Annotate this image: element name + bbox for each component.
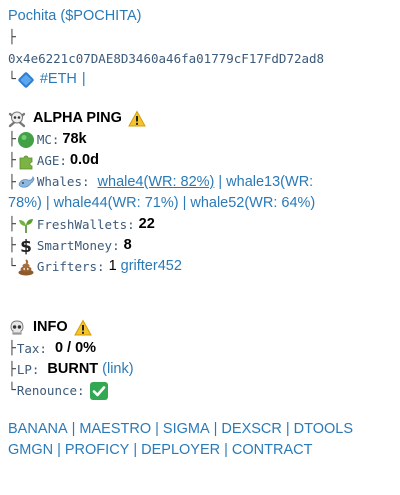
tree-branch: ├ [8, 362, 16, 377]
proficy-link[interactable]: PROFICY [65, 440, 129, 461]
renounce-row: └ Renounce: [8, 380, 392, 401]
lp-row: ├ LP: BURNT (link) [8, 359, 392, 380]
poop-icon [17, 258, 35, 276]
separator: | [224, 442, 228, 458]
lp-link[interactable]: (link) [102, 359, 133, 380]
warning-icon [73, 318, 92, 337]
gmgn-link[interactable]: GMGN [8, 440, 53, 461]
separator: | [45, 195, 50, 211]
smart-money-value: 8 [123, 237, 132, 253]
contract-link[interactable]: CONTRACT [232, 440, 313, 461]
dtools-link[interactable]: DTOOLS [294, 419, 353, 440]
tree-branch: ├ [8, 341, 16, 356]
skull-icon [8, 319, 26, 337]
bot-message: Pochita ($POCHITA) ├ 0x4e6221c07DAE8D346… [0, 0, 400, 461]
alpha-ping-header: ALPHA PING [8, 108, 392, 129]
deployer-link[interactable]: DEPLOYER [141, 440, 220, 461]
tax-value: 0 / 0% [54, 340, 97, 356]
age-value: 0.0d [69, 152, 99, 168]
token-name-link[interactable]: Pochita ($POCHITA) [8, 6, 142, 27]
tax-label: Tax: [16, 341, 47, 356]
tree-branch: ├ [8, 238, 16, 253]
separator: | [71, 421, 76, 437]
maestro-link[interactable]: MAESTRO [79, 419, 151, 440]
separator: | [182, 195, 187, 211]
whale-icon [17, 173, 35, 191]
renounce-label: Renounce: [16, 383, 85, 398]
mc-value: 78k [62, 131, 87, 147]
green-circle-icon [17, 131, 35, 149]
age-label: AGE: [36, 153, 67, 168]
grifters-count: 1 [108, 258, 117, 274]
age-row: ├ AGE: 0.0d [8, 150, 392, 171]
chain-tag-link[interactable]: #ETH [40, 69, 77, 90]
whale-link-1[interactable]: whale4(WR: 82%) [98, 174, 215, 190]
whale-link-3[interactable]: whale44(WR: 71%) [54, 195, 179, 211]
warning-icon [128, 109, 146, 128]
tree-branch: ├ [8, 175, 16, 190]
chain-separator: | [81, 71, 86, 87]
grifter-link[interactable]: grifter452 [121, 256, 182, 277]
tree-top-row: ├ [8, 27, 392, 48]
footer-links-row-2: GMGN | PROFICY | DEPLOYER | CONTRACT [8, 440, 392, 461]
token-title-row: Pochita ($POCHITA) [8, 6, 392, 27]
whales-row: ├ Whales: whale4(WR: 82%) | whale13(WR: 78%… [8, 171, 392, 214]
chain-row: └ #ETH | [8, 69, 392, 90]
sigma-link[interactable]: SIGMA [163, 419, 210, 440]
skull-crossbones-icon [8, 110, 26, 128]
fresh-wallets-row: ├ FreshWallets: 22 [8, 214, 392, 235]
separator: | [218, 174, 223, 190]
blue-diamond-icon [17, 71, 35, 89]
fresh-wallets-value: 22 [138, 216, 155, 232]
smart-money-label: SmartMoney: [36, 238, 120, 253]
dexscr-link[interactable]: DEXSCR [221, 419, 281, 440]
dollar-sign-icon: $ [17, 237, 35, 257]
mc-label: MC: [36, 132, 60, 147]
puzzle-piece-icon [17, 152, 35, 170]
separator: | [155, 421, 159, 437]
lp-label: LP: [16, 362, 40, 377]
info-title: INFO [33, 319, 68, 335]
tree-corner: └ [8, 72, 16, 87]
svg-text:$: $ [20, 237, 32, 255]
tree-branch: ├ [8, 153, 16, 168]
grifters-label: Grifters: [36, 259, 105, 274]
seedling-icon [17, 216, 35, 234]
banana-link[interactable]: BANANA [8, 419, 68, 440]
tree-branch: ├ [8, 132, 16, 147]
check-mark-button-icon [89, 381, 109, 401]
tree-corner: └ [8, 259, 16, 274]
whales-label: Whales: [36, 174, 90, 189]
separator: | [133, 442, 138, 458]
grifters-row: └ Grifters: 1 grifter452 [8, 256, 392, 277]
separator: | [285, 421, 290, 437]
fresh-wallets-label: FreshWallets: [36, 217, 135, 232]
info-header: INFO [8, 317, 392, 338]
alpha-ping-title: ALPHA PING [33, 110, 122, 126]
contract-address-row: 0x4e6221c07DAE8D3460a46fa01779cF17FdD72a… [8, 48, 392, 69]
smart-money-row: ├ $ SmartMoney: 8 [8, 235, 392, 257]
separator: | [213, 421, 218, 437]
contract-address[interactable]: 0x4e6221c07DAE8D3460a46fa01779cF17FdD72a… [8, 48, 324, 69]
separator: | [57, 442, 61, 458]
footer-links-row-1: BANANA | MAESTRO | SIGMA | DEXSCR | DTOO… [8, 419, 392, 440]
tree-branch: ├ [8, 217, 16, 232]
tree-corner: └ [8, 383, 16, 398]
mc-row: ├ MC: 78k [8, 129, 392, 150]
tax-row: ├ Tax: 0 / 0% [8, 338, 392, 359]
tree-branch: ├ [8, 30, 16, 45]
lp-value: BURNT [47, 361, 99, 377]
whale-link-4[interactable]: whale52(WR: 64%) [190, 195, 315, 211]
